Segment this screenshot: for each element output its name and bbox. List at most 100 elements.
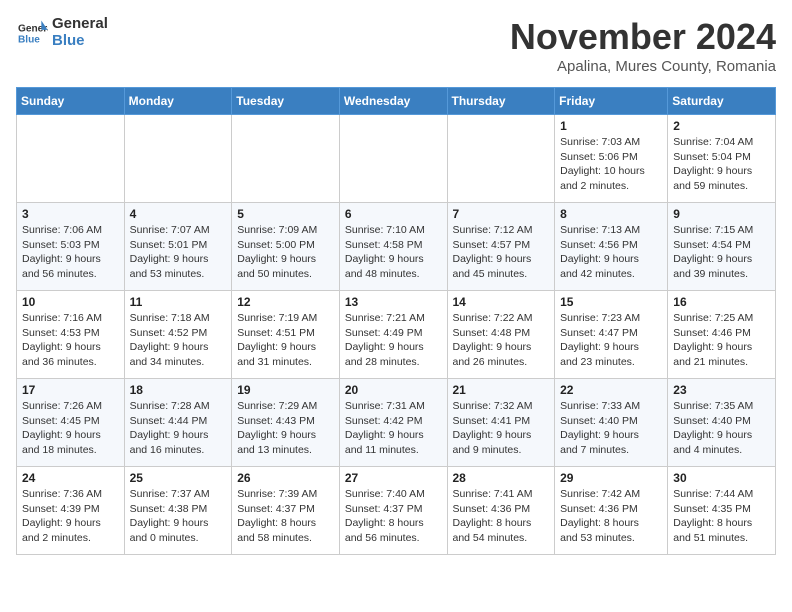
- day-number: 9: [673, 207, 770, 221]
- day-info: Sunrise: 7:39 AM Sunset: 4:37 PM Dayligh…: [237, 487, 334, 546]
- day-number: 27: [345, 471, 442, 485]
- day-number: 20: [345, 383, 442, 397]
- calendar-cell: 15Sunrise: 7:23 AM Sunset: 4:47 PM Dayli…: [555, 291, 668, 379]
- calendar-cell: 24 Sunrise: 7:36 AM Sunset: 4:39 PM Dayli…: [17, 467, 125, 555]
- svg-text:Blue: Blue: [18, 34, 40, 45]
- calendar-cell: 4 Sunrise: 7:07 AM Sunset: 5:01 PM Daylig…: [124, 203, 232, 291]
- calendar-cell: 5Sunrise: 7:09 AM Sunset: 5:00 PM Daylig…: [232, 203, 340, 291]
- day-number: 25: [130, 471, 227, 485]
- calendar-cell: 7Sunrise: 7:12 AM Sunset: 4:57 PM Daylig…: [447, 203, 555, 291]
- calendar-cell: 28 Sunrise: 7:41 AM Sunset: 4:36 PM Dayli…: [447, 467, 555, 555]
- calendar-cell: 22Sunrise: 7:33 AM Sunset: 4:40 PM Dayli…: [555, 379, 668, 467]
- calendar-cell: 6Sunrise: 7:10 AM Sunset: 4:58 PM Daylig…: [339, 203, 447, 291]
- calendar-cell: 27 Sunrise: 7:40 AM Sunset: 4:37 PM Dayli…: [339, 467, 447, 555]
- day-number: 7: [453, 207, 550, 221]
- calendar-subtitle: Apalina, Mures County, Romania: [510, 58, 776, 75]
- day-number: 18: [130, 383, 227, 397]
- calendar-cell: 20 Sunrise: 7:31 AM Sunset: 4:42 PM Dayli…: [339, 379, 447, 467]
- day-info: Sunrise: 7:33 AM Sunset: 4:40 PM Dayligh…: [560, 399, 662, 458]
- day-number: 13: [345, 295, 442, 309]
- day-info: Sunrise: 7:41 AM Sunset: 4:36 PM Dayligh…: [453, 487, 550, 546]
- day-number: 10: [22, 295, 119, 309]
- day-info: Sunrise: 7:36 AM Sunset: 4:39 PM Dayligh…: [22, 487, 119, 546]
- calendar-cell: 2Sunrise: 7:04 AM Sunset: 5:04 PM Daylig…: [668, 115, 776, 203]
- calendar-cell: 19Sunrise: 7:29 AM Sunset: 4:43 PM Dayli…: [232, 379, 340, 467]
- logo-text-line2: Blue: [52, 33, 108, 50]
- day-number: 3: [22, 207, 119, 221]
- calendar-week-4: 17 Sunrise: 7:26 AM Sunset: 4:45 PM Dayli…: [17, 379, 776, 467]
- day-info: Sunrise: 7:09 AM Sunset: 5:00 PM Dayligh…: [237, 223, 334, 282]
- column-header-wednesday: Wednesday: [339, 88, 447, 115]
- calendar-cell: 23Sunrise: 7:35 AM Sunset: 4:40 PM Dayli…: [668, 379, 776, 467]
- day-info: Sunrise: 7:28 AM Sunset: 4:44 PM Dayligh…: [130, 399, 227, 458]
- day-info: Sunrise: 7:10 AM Sunset: 4:58 PM Dayligh…: [345, 223, 442, 282]
- calendar-cell: 18 Sunrise: 7:28 AM Sunset: 4:44 PM Dayli…: [124, 379, 232, 467]
- day-info: Sunrise: 7:31 AM Sunset: 4:42 PM Dayligh…: [345, 399, 442, 458]
- day-number: 1: [560, 119, 662, 133]
- logo-text-line1: General: [52, 16, 108, 33]
- day-info: Sunrise: 7:26 AM Sunset: 4:45 PM Dayligh…: [22, 399, 119, 458]
- day-number: 29: [560, 471, 662, 485]
- day-info: Sunrise: 7:18 AM Sunset: 4:52 PM Dayligh…: [130, 311, 227, 370]
- calendar-cell: 9 Sunrise: 7:15 AM Sunset: 4:54 PM Daylig…: [668, 203, 776, 291]
- day-info: Sunrise: 7:23 AM Sunset: 4:47 PM Dayligh…: [560, 311, 662, 370]
- calendar-cell: 1 Sunrise: 7:03 AM Sunset: 5:06 PM Daylig…: [555, 115, 668, 203]
- calendar-cell: 30 Sunrise: 7:44 AM Sunset: 4:35 PM Dayli…: [668, 467, 776, 555]
- calendar-cell: 29 Sunrise: 7:42 AM Sunset: 4:36 PM Dayli…: [555, 467, 668, 555]
- day-info: Sunrise: 7:16 AM Sunset: 4:53 PM Dayligh…: [22, 311, 119, 370]
- calendar-cell: 3 Sunrise: 7:06 AM Sunset: 5:03 PM Daylig…: [17, 203, 125, 291]
- day-info: Sunrise: 7:15 AM Sunset: 4:54 PM Dayligh…: [673, 223, 770, 282]
- calendar-header-row: SundayMondayTuesdayWednesdayThursdayFrid…: [17, 88, 776, 115]
- column-header-thursday: Thursday: [447, 88, 555, 115]
- calendar-week-5: 24 Sunrise: 7:36 AM Sunset: 4:39 PM Dayli…: [17, 467, 776, 555]
- day-number: 28: [453, 471, 550, 485]
- day-number: 12: [237, 295, 334, 309]
- day-number: 21: [453, 383, 550, 397]
- calendar-cell: 11Sunrise: 7:18 AM Sunset: 4:52 PM Dayli…: [124, 291, 232, 379]
- calendar-cell: 13 Sunrise: 7:21 AM Sunset: 4:49 PM Dayli…: [339, 291, 447, 379]
- day-number: 30: [673, 471, 770, 485]
- calendar-week-2: 3 Sunrise: 7:06 AM Sunset: 5:03 PM Daylig…: [17, 203, 776, 291]
- day-info: Sunrise: 7:19 AM Sunset: 4:51 PM Dayligh…: [237, 311, 334, 370]
- column-header-sunday: Sunday: [17, 88, 125, 115]
- calendar-cell: [447, 115, 555, 203]
- day-info: Sunrise: 7:25 AM Sunset: 4:46 PM Dayligh…: [673, 311, 770, 370]
- calendar-cell: 16 Sunrise: 7:25 AM Sunset: 4:46 PM Dayli…: [668, 291, 776, 379]
- day-number: 24: [22, 471, 119, 485]
- column-header-monday: Monday: [124, 88, 232, 115]
- calendar-cell: 10 Sunrise: 7:16 AM Sunset: 4:53 PM Dayli…: [17, 291, 125, 379]
- day-info: Sunrise: 7:21 AM Sunset: 4:49 PM Dayligh…: [345, 311, 442, 370]
- day-info: Sunrise: 7:04 AM Sunset: 5:04 PM Dayligh…: [673, 135, 770, 194]
- calendar-cell: [339, 115, 447, 203]
- calendar-cell: 21Sunrise: 7:32 AM Sunset: 4:41 PM Dayli…: [447, 379, 555, 467]
- day-info: Sunrise: 7:40 AM Sunset: 4:37 PM Dayligh…: [345, 487, 442, 546]
- day-info: Sunrise: 7:06 AM Sunset: 5:03 PM Dayligh…: [22, 223, 119, 282]
- day-number: 17: [22, 383, 119, 397]
- calendar-cell: 8 Sunrise: 7:13 AM Sunset: 4:56 PM Daylig…: [555, 203, 668, 291]
- day-info: Sunrise: 7:37 AM Sunset: 4:38 PM Dayligh…: [130, 487, 227, 546]
- calendar-week-3: 10 Sunrise: 7:16 AM Sunset: 4:53 PM Dayli…: [17, 291, 776, 379]
- day-info: Sunrise: 7:07 AM Sunset: 5:01 PM Dayligh…: [130, 223, 227, 282]
- calendar-cell: 25 Sunrise: 7:37 AM Sunset: 4:38 PM Dayli…: [124, 467, 232, 555]
- day-number: 26: [237, 471, 334, 485]
- day-number: 4: [130, 207, 227, 221]
- calendar-cell: 26 Sunrise: 7:39 AM Sunset: 4:37 PM Dayli…: [232, 467, 340, 555]
- calendar-table: SundayMondayTuesdayWednesdayThursdayFrid…: [16, 87, 776, 555]
- calendar-title: November 2024: [510, 16, 776, 58]
- day-number: 8: [560, 207, 662, 221]
- column-header-tuesday: Tuesday: [232, 88, 340, 115]
- day-info: Sunrise: 7:42 AM Sunset: 4:36 PM Dayligh…: [560, 487, 662, 546]
- day-info: Sunrise: 7:44 AM Sunset: 4:35 PM Dayligh…: [673, 487, 770, 546]
- title-section: November 2024 Apalina, Mures County, Rom…: [510, 16, 776, 75]
- header: General Blue General Blue November 2024 …: [16, 16, 776, 75]
- day-info: Sunrise: 7:22 AM Sunset: 4:48 PM Dayligh…: [453, 311, 550, 370]
- calendar-cell: 17 Sunrise: 7:26 AM Sunset: 4:45 PM Dayli…: [17, 379, 125, 467]
- day-info: Sunrise: 7:03 AM Sunset: 5:06 PM Dayligh…: [560, 135, 662, 194]
- column-header-saturday: Saturday: [668, 88, 776, 115]
- calendar-week-1: 1 Sunrise: 7:03 AM Sunset: 5:06 PM Daylig…: [17, 115, 776, 203]
- day-info: Sunrise: 7:35 AM Sunset: 4:40 PM Dayligh…: [673, 399, 770, 458]
- calendar-cell: [124, 115, 232, 203]
- day-number: 19: [237, 383, 334, 397]
- day-number: 16: [673, 295, 770, 309]
- day-info: Sunrise: 7:13 AM Sunset: 4:56 PM Dayligh…: [560, 223, 662, 282]
